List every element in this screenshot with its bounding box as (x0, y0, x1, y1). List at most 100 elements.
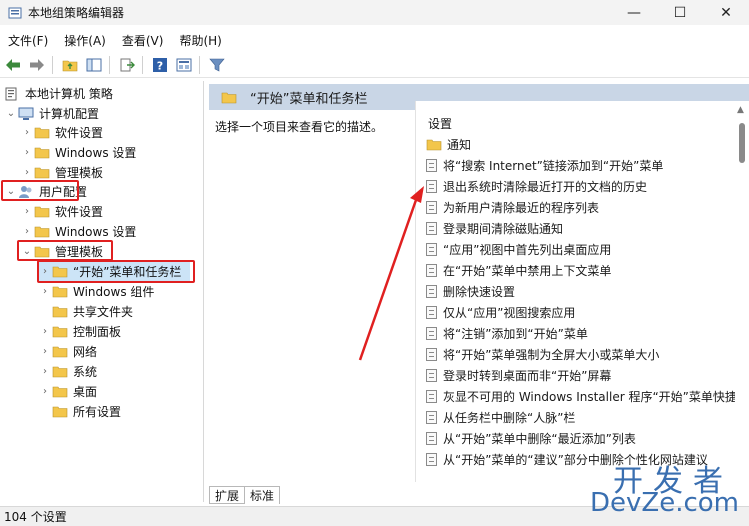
minimize-button[interactable]: — (611, 0, 657, 25)
export-list-icon[interactable] (116, 55, 138, 75)
tree-item-computer-windows[interactable]: › Windows 设置 (20, 142, 136, 162)
list-item[interactable]: 登录时转到桌面而非“开始”屏幕 (426, 365, 611, 385)
policy-icon (426, 200, 437, 214)
chevron-down-icon[interactable]: ⌄ (4, 106, 18, 120)
filter-icon[interactable] (206, 55, 228, 75)
menu-file[interactable]: 文件(F) (0, 32, 56, 49)
list-item-label: 退出系统时清除最近打开的文档的历史 (443, 179, 648, 194)
folder-icon (52, 305, 68, 318)
policy-icon (426, 431, 437, 445)
tree-item-user-software[interactable]: › 软件设置 (20, 201, 103, 221)
folder-icon (52, 405, 68, 418)
tree-label: 所有设置 (73, 404, 122, 419)
chevron-right-icon[interactable]: › (38, 364, 52, 378)
tree-item-all-settings[interactable]: 所有设置 (52, 401, 121, 421)
properties-icon[interactable] (173, 55, 195, 75)
tree-item-computer-admin[interactable]: › 管理模板 (20, 162, 103, 182)
chevron-right-icon[interactable]: › (20, 204, 34, 218)
column-header-setting[interactable]: 设置 (428, 115, 452, 132)
toolbar-separator (142, 55, 143, 74)
toolbar-separator (52, 55, 53, 74)
up-folder-icon[interactable] (59, 55, 81, 75)
list-item-folder[interactable]: 通知 (426, 134, 471, 154)
tree-label: Windows 组件 (73, 284, 155, 299)
list-item-label: 将“搜索 Internet”链接添加到“开始”菜单 (443, 158, 664, 173)
list-item[interactable]: 将“搜索 Internet”链接添加到“开始”菜单 (426, 155, 663, 175)
help-icon[interactable]: ? (149, 55, 171, 75)
menu-bar: 文件(F) 操作(A) 查看(V) 帮助(H) (0, 29, 749, 51)
list-item[interactable]: 登录期间清除磁贴通知 (426, 218, 563, 238)
tree-label: 网络 (73, 344, 98, 359)
title-bar: 本地组策略编辑器 — ☐ ✕ (0, 0, 749, 25)
list-item-label: 登录时转到桌面而非“开始”屏幕 (443, 368, 612, 383)
tree-item-windows-components[interactable]: › Windows 组件 (38, 281, 154, 301)
back-icon[interactable] (2, 55, 24, 75)
list-item[interactable]: 仅从“应用”视图搜索应用 (426, 302, 575, 322)
tab-extended[interactable]: 扩展 (209, 486, 246, 504)
menu-view[interactable]: 查看(V) (114, 32, 172, 49)
chevron-right-icon[interactable]: › (38, 284, 52, 298)
policy-icon (426, 221, 437, 235)
list-item-label: 删除快速设置 (443, 284, 516, 299)
list-item[interactable]: 将“注销”添加到“开始”菜单 (426, 323, 588, 343)
tab-standard[interactable]: 标准 (244, 486, 281, 504)
list-item-label: 在“开始”菜单中禁用上下文菜单 (443, 263, 612, 278)
tree-item-network[interactable]: › 网络 (38, 341, 97, 361)
show-hide-tree-icon[interactable] (83, 55, 105, 75)
list-item[interactable]: 为新用户清除最近的程序列表 (426, 197, 599, 217)
list-item[interactable]: 灰显不可用的 Windows Installer 程序“开始”菜单快捷 (426, 386, 737, 406)
policy-icon (426, 452, 437, 466)
highlight-admin-templates (17, 240, 113, 261)
chevron-right-icon[interactable]: › (38, 384, 52, 398)
chevron-right-icon[interactable]: › (38, 344, 52, 358)
folder-icon (52, 345, 68, 358)
details-title: “开始”菜单和任务栏 (250, 91, 368, 107)
chevron-right-icon[interactable]: › (20, 165, 34, 179)
tree-label: Windows 设置 (55, 224, 137, 239)
list-item[interactable]: 退出系统时清除最近打开的文档的历史 (426, 176, 647, 196)
toolbar: ? (0, 52, 749, 78)
menu-help[interactable]: 帮助(H) (171, 32, 229, 49)
list-item[interactable]: “应用”视图中首先列出桌面应用 (426, 239, 611, 259)
chevron-right-icon[interactable]: › (38, 324, 52, 338)
tree-pane: 本地计算机 策略 ⌄ 计算机配置 › 软件设置 › Windows 设置 › 管… (0, 81, 204, 502)
list-item-label: “应用”视图中首先列出桌面应用 (443, 242, 612, 257)
scrollbar-thumb[interactable] (739, 123, 745, 163)
vertical-scrollbar[interactable]: ▲ (735, 101, 749, 482)
policy-icon (426, 305, 437, 319)
tree-item-shared-folders[interactable]: 共享文件夹 (52, 301, 133, 321)
chevron-right-icon[interactable]: › (20, 224, 34, 238)
list-item[interactable]: 将“开始”菜单强制为全屏大小或菜单大小 (426, 344, 659, 364)
maximize-button[interactable]: ☐ (657, 0, 703, 25)
tree-item-user-windows[interactable]: › Windows 设置 (20, 221, 136, 241)
list-item[interactable]: 删除快速设置 (426, 281, 515, 301)
menu-action[interactable]: 操作(A) (56, 32, 114, 49)
computer-policy-icon (4, 87, 20, 100)
folder-icon (34, 166, 50, 179)
tree-root[interactable]: 本地计算机 策略 (4, 83, 113, 103)
chevron-right-icon[interactable]: › (20, 145, 34, 159)
forward-icon[interactable] (26, 55, 48, 75)
tree-item-computer-config[interactable]: ⌄ 计算机配置 (4, 103, 99, 123)
tree-label: 管理模板 (55, 165, 104, 180)
policy-icon (426, 263, 437, 277)
tree-label: 软件设置 (55, 125, 104, 140)
tree-item-computer-software[interactable]: › 软件设置 (20, 122, 103, 142)
app-icon (8, 6, 22, 20)
list-item[interactable]: 在“开始”菜单中禁用上下文菜单 (426, 260, 611, 280)
policy-icon (426, 179, 437, 193)
close-button[interactable]: ✕ (703, 0, 749, 25)
watermark: 开发者 DevZe.com (583, 456, 743, 520)
tree-item-control-panel[interactable]: › 控制面板 (38, 321, 121, 341)
tree-label: 控制面板 (73, 324, 122, 339)
scroll-up-icon[interactable]: ▲ (737, 105, 744, 115)
tree-item-system[interactable]: › 系统 (38, 361, 97, 381)
list-item[interactable]: 从“开始”菜单中删除“最近添加”列表 (426, 428, 636, 448)
toolbar-separator (199, 55, 200, 74)
list-item[interactable]: 从任务栏中删除“人脉”栏 (426, 407, 575, 427)
chevron-right-icon[interactable]: › (20, 125, 34, 139)
description-text: 选择一个项目来查看它的描述。 (215, 120, 384, 134)
folder-icon (52, 385, 68, 398)
tree-item-desktop[interactable]: › 桌面 (38, 381, 97, 401)
folder-icon (34, 126, 50, 139)
